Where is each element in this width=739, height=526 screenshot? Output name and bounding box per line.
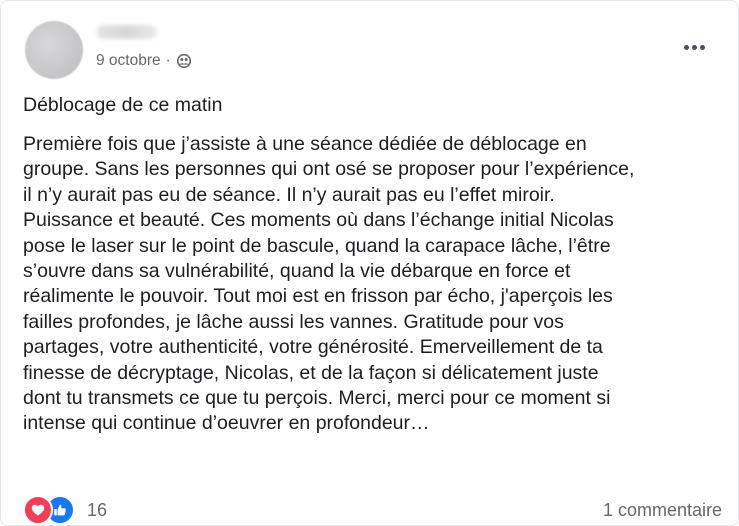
comments-count[interactable]: 1 commentaire (603, 500, 722, 521)
post-card: 9 octobre · Déblocage de ce matin Premiè… (0, 0, 739, 526)
post-date[interactable]: 9 octobre (96, 52, 161, 70)
friends-icon[interactable] (176, 53, 192, 69)
post-body-line: dont tu transmets ce que tu perçois. Mer… (23, 387, 611, 410)
post-body-line: finesse de décryptage, Nicolas, et de la… (23, 361, 599, 384)
post-body-line: il n’y aurait pas eu de séance. Il n’y a… (23, 183, 555, 206)
post-body-line: failles profondes, je lâche aussi les va… (23, 310, 564, 333)
more-dot (699, 44, 705, 50)
post-body-line: s’ouvre dans sa vulnérabilité, quand la … (23, 260, 571, 283)
post-body-line: réalimente le pouvoir. Tout moi est en f… (23, 285, 613, 308)
more-options-icon[interactable] (676, 37, 712, 57)
avatar[interactable] (25, 21, 83, 79)
post-body-line: Première fois que j’assiste à une séance… (23, 133, 587, 155)
more-dot (691, 44, 697, 50)
post-body-line: pose le laser sur le point de bascule, q… (23, 234, 611, 257)
post-body-line: Puissance et beauté. Ces moments où dans… (23, 209, 614, 232)
reaction-count[interactable]: 16 (87, 500, 107, 521)
reactions-summary[interactable]: 16 (23, 495, 107, 525)
post-body-line: groupe. Sans les personnes qui ont osé s… (23, 158, 635, 181)
post-body: Première fois que j’assiste à une séance… (23, 132, 735, 437)
more-dot (683, 44, 689, 50)
post-title: Déblocage de ce matin (23, 94, 223, 116)
post-meta: 9 octobre · (96, 52, 192, 70)
love-reaction-icon[interactable] (23, 495, 53, 525)
post-body-line: intense qui continue d’oeuvrer en profon… (23, 412, 430, 435)
post-body-line: partages, votre authenticité, votre géné… (23, 336, 603, 359)
author-name-redacted[interactable] (97, 25, 157, 39)
meta-separator: · (165, 52, 171, 69)
post-footer: 16 1 commentaire (23, 495, 722, 525)
